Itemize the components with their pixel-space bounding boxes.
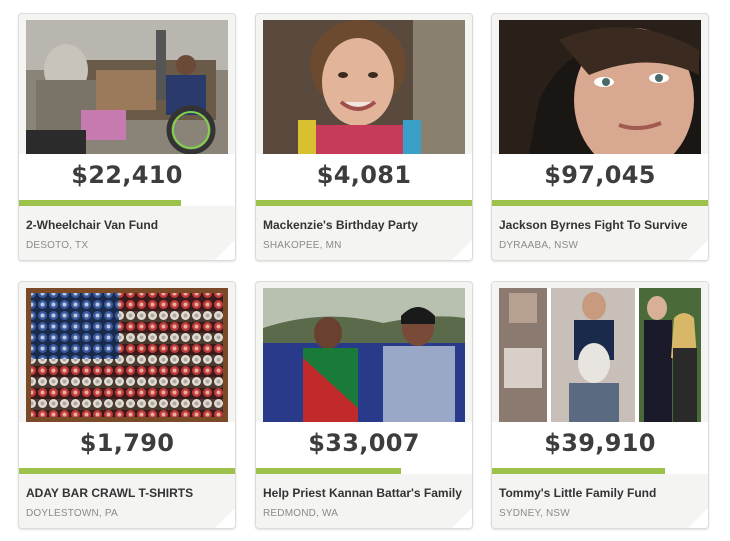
campaign-card[interactable]: $33,007 Help Priest Kannan Battar's Fami… bbox=[255, 281, 473, 529]
campaign-location: DOYLESTOWN, PA bbox=[26, 508, 118, 519]
progress-bar bbox=[492, 468, 708, 474]
couple-on-sofa-photo bbox=[263, 288, 465, 422]
campaign-image-wheelchair-van[interactable] bbox=[26, 20, 228, 154]
campaign-location: SYDNEY, NSW bbox=[499, 508, 570, 519]
campaign-location: DESOTO, TX bbox=[26, 240, 89, 251]
campaign-image-jackson[interactable] bbox=[499, 20, 701, 154]
amount-box: $4,081 bbox=[256, 154, 472, 200]
amount-raised: $22,410 bbox=[71, 161, 183, 189]
amount-box: $39,910 bbox=[492, 422, 708, 468]
campaign-location: REDMOND, WA bbox=[263, 508, 339, 519]
progress-bar bbox=[256, 200, 472, 206]
progress-bar bbox=[256, 468, 472, 474]
campaign-title[interactable]: Tommy's Little Family Fund bbox=[499, 486, 702, 500]
girl-portrait-photo bbox=[263, 20, 465, 154]
wheelchair-van-photo bbox=[26, 20, 228, 154]
campaign-title[interactable]: ADAY BAR CRAWL T-SHIRTS bbox=[26, 486, 229, 500]
progress-bar bbox=[19, 200, 235, 206]
amount-raised: $4,081 bbox=[316, 161, 412, 189]
amount-raised: $33,007 bbox=[308, 429, 420, 457]
progress-fill bbox=[492, 200, 708, 206]
amount-box: $33,007 bbox=[256, 422, 472, 468]
corner-fold bbox=[215, 508, 235, 528]
progress-bar bbox=[492, 200, 708, 206]
amount-raised: $97,045 bbox=[544, 161, 656, 189]
amount-box: $22,410 bbox=[19, 154, 235, 200]
amount-box: $1,790 bbox=[19, 422, 235, 468]
progress-fill bbox=[19, 200, 181, 206]
progress-bar bbox=[19, 468, 235, 474]
campaign-title[interactable]: Mackenzie's Birthday Party bbox=[263, 218, 466, 232]
campaign-title[interactable]: Jackson Byrnes Fight To Survive bbox=[499, 218, 702, 232]
campaign-card[interactable]: $39,910 Tommy's Little Family Fund SYDNE… bbox=[491, 281, 709, 529]
family-collage-photo bbox=[499, 288, 701, 422]
campaign-image-priest-family[interactable] bbox=[263, 288, 465, 422]
campaign-card[interactable]: $4,081 Mackenzie's Birthday Party SHAKOP… bbox=[255, 13, 473, 261]
progress-fill bbox=[256, 200, 472, 206]
corner-fold bbox=[215, 240, 235, 260]
campaign-image-tommy-family[interactable] bbox=[499, 288, 701, 422]
campaign-card[interactable]: $1,790 ADAY BAR CRAWL T-SHIRTS DOYLESTOW… bbox=[18, 281, 236, 529]
campaign-image-birthday[interactable] bbox=[263, 20, 465, 154]
corner-fold bbox=[452, 508, 472, 528]
campaign-title[interactable]: Help Priest Kannan Battar's Family bbox=[263, 486, 466, 500]
corner-fold bbox=[688, 508, 708, 528]
amount-box: $97,045 bbox=[492, 154, 708, 200]
campaign-card[interactable]: $22,410 2-Wheelchair Van Fund DESOTO, TX bbox=[18, 13, 236, 261]
campaign-location: SHAKOPEE, MN bbox=[263, 240, 342, 251]
corner-fold bbox=[452, 240, 472, 260]
young-man-portrait-photo bbox=[499, 20, 701, 154]
campaign-image-bottle-caps[interactable] bbox=[26, 288, 228, 422]
campaign-title[interactable]: 2-Wheelchair Van Fund bbox=[26, 218, 229, 232]
campaign-location: DYRAABA, NSW bbox=[499, 240, 579, 251]
bottle-cap-flag-photo bbox=[26, 288, 228, 422]
amount-raised: $1,790 bbox=[79, 429, 175, 457]
amount-raised: $39,910 bbox=[544, 429, 656, 457]
campaign-card[interactable]: $97,045 Jackson Byrnes Fight To Survive … bbox=[491, 13, 709, 261]
progress-fill bbox=[19, 468, 235, 474]
progress-fill bbox=[256, 468, 401, 474]
corner-fold bbox=[688, 240, 708, 260]
progress-fill bbox=[492, 468, 665, 474]
campaign-grid: $22,410 2-Wheelchair Van Fund DESOTO, TX bbox=[0, 0, 730, 541]
